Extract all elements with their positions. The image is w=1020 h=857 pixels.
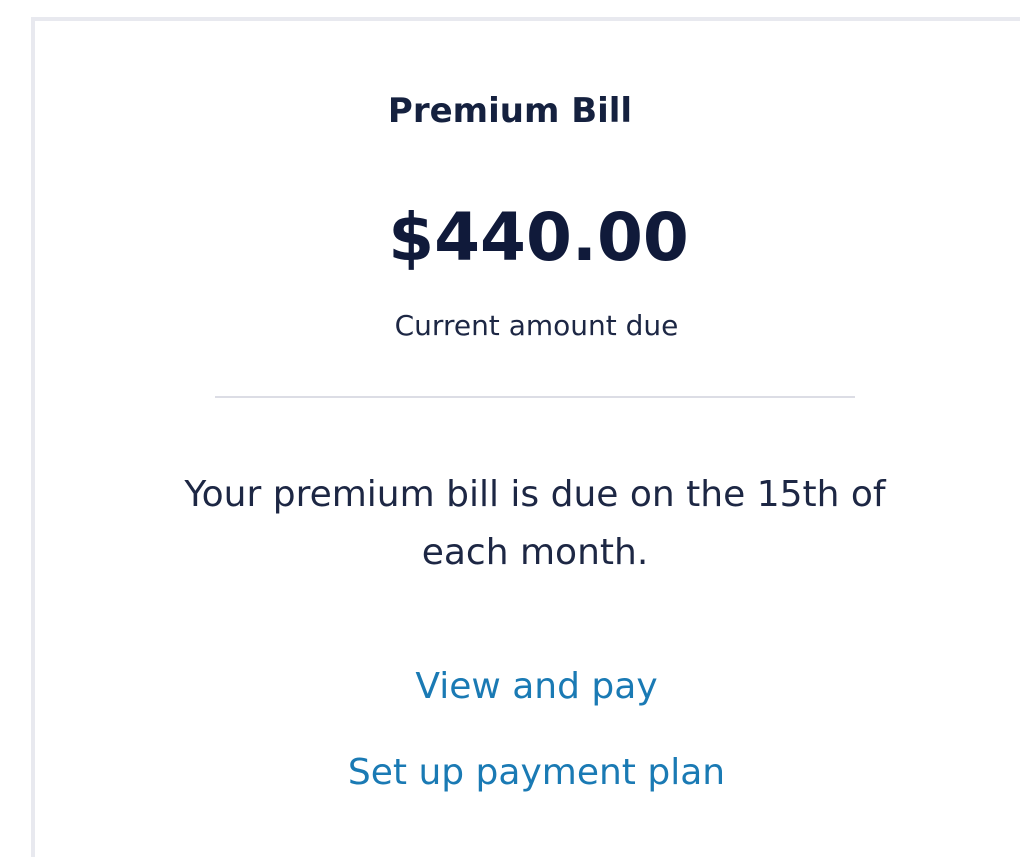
divider [215,396,855,398]
premium-bill-card [31,17,1020,857]
set-up-payment-plan-link[interactable]: Set up payment plan [0,750,1020,796]
view-and-pay-link[interactable]: View and pay [0,664,1020,710]
card-title: Premium Bill [387,91,633,131]
amount-due-label: Current amount due [394,309,679,342]
amount-due-value: $440.00 [388,199,689,276]
due-date-note: Your premium bill is due on the 15th of … [184,474,886,573]
